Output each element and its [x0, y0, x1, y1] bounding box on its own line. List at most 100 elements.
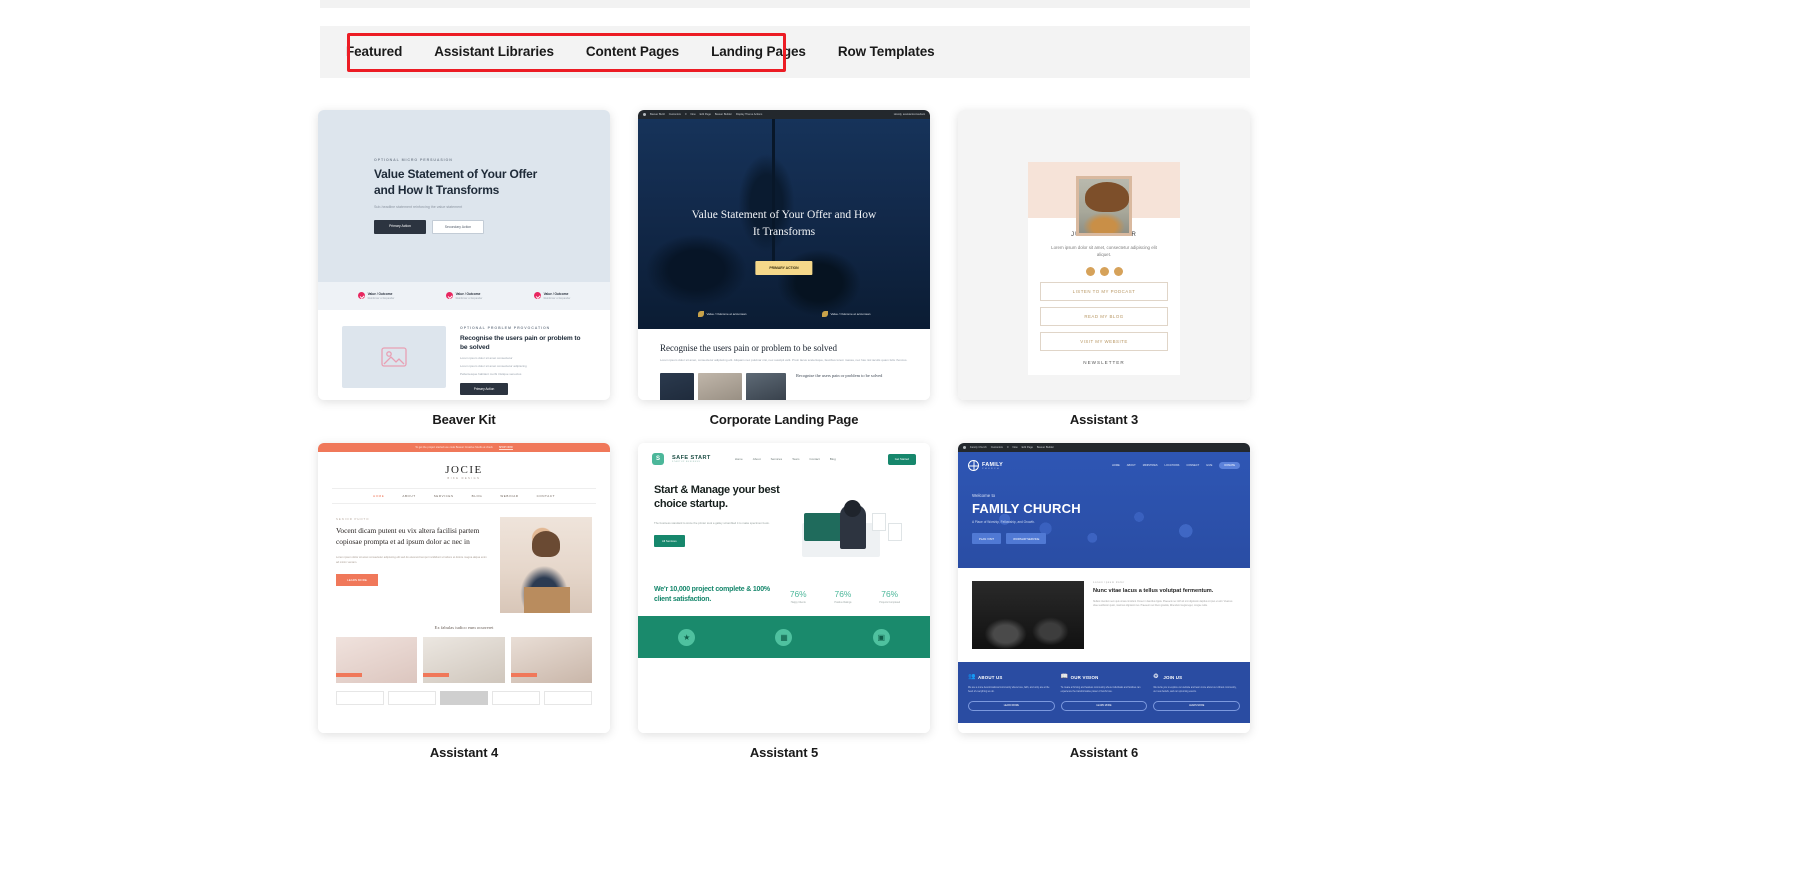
template-thumbnail-assistant-5[interactable]: SAFE START STARTUP BUSINESS Home About S… [638, 443, 930, 733]
ss-all-services-button[interactable]: All Services [654, 534, 685, 547]
fc-nav-locations[interactable]: LOCATIONS [1165, 464, 1180, 467]
template-grid: OPTIONAL MICRO PERSUASION Value Statemen… [318, 110, 1254, 760]
jc-paragraph: Lorem ipsum dolor sit amet consectetur a… [336, 555, 487, 564]
fc-nav-give[interactable]: GIVE [1206, 464, 1212, 467]
tab-row-templates[interactable]: Row Templates [822, 26, 951, 78]
cp-hero: Value Statement of Your Offer and How It… [638, 119, 930, 329]
admin-bar-site[interactable]: Family Church [970, 446, 987, 449]
template-cell-assistant-3: JUSTINE BEAVER Lorem ipsum dolor sit ame… [958, 110, 1250, 427]
a3-blog-button[interactable]: READ MY BLOG [1040, 306, 1168, 326]
template-thumbnail-assistant-4[interactable]: To get the project started use code Beav… [318, 443, 610, 733]
jc-nav-blog[interactable]: BLOG [472, 494, 483, 498]
bk-feature-sub: Reinforcer or Expander [367, 296, 395, 300]
tab-list: Featured Assistant Libraries Content Pag… [320, 26, 951, 78]
fc-nav-about[interactable]: ABOUT [1127, 464, 1136, 467]
ss-nav-contact[interactable]: Contact [809, 457, 819, 461]
wp-logo-icon [963, 446, 966, 449]
admin-bar-beaver-builder[interactable]: Beaver Builder [1037, 446, 1054, 449]
tab-featured[interactable]: Featured [330, 26, 418, 78]
fc-nav: FAMILY CHURCH HOME ABOUT MINISTRIES LOCA… [958, 452, 1250, 471]
fc-plan-visit-button[interactable]: PLAN VISIT [972, 533, 1002, 544]
fc-photo [972, 581, 1084, 649]
fc-column-button[interactable]: LEARN MORE [1060, 701, 1148, 712]
ss-nav-team[interactable]: Team [792, 457, 799, 461]
admin-bar-site[interactable]: Beaver Build [650, 113, 665, 116]
fc-donate-button[interactable]: DONATE [1219, 462, 1240, 469]
a3-newsletter-heading: NEWSLETTER [1083, 359, 1125, 365]
bk-primary-button[interactable]: Primary Action [374, 220, 426, 235]
a3-page: JUSTINE BEAVER Lorem ipsum dolor sit ame… [958, 110, 1250, 400]
jc-nav-webinar[interactable]: WEBINAR [500, 494, 518, 498]
facebook-icon[interactable] [1099, 266, 1109, 276]
fc-column-vision: 📖 OUR VISION To create a thriving and fe… [1060, 674, 1148, 712]
people-icon: 👥 [968, 674, 976, 680]
instagram-icon[interactable] [1113, 266, 1123, 276]
jc-text-column: SENIOR PHOTO Vocent dicam putent eu vix … [336, 517, 488, 613]
ss-nav-services[interactable]: Services [771, 457, 783, 461]
template-caption: Assistant 6 [1069, 745, 1139, 760]
bk-feature-item: Value / Outcome Reinforcer or Expander [445, 292, 483, 300]
fc-column-button[interactable]: LEARN MORE [968, 701, 1055, 712]
tab-landing-pages[interactable]: Landing Pages [695, 26, 822, 78]
admin-bar-customize[interactable]: Customize [991, 446, 1003, 449]
ss-stat: 76% Happy Clients [790, 589, 807, 604]
a3-podcast-button[interactable]: LISTEN TO MY PODCAST [1040, 281, 1168, 301]
ss-hero-illustration [796, 483, 914, 571]
template-caption: Beaver Kit [432, 412, 496, 427]
jc-logo-slot [336, 691, 384, 705]
fc-worship-service-button[interactable]: WORSHIP SERVICE [1006, 533, 1047, 544]
bk-section-button[interactable]: Primary Action [460, 383, 508, 396]
fc-column-text: To create a thriving and fearless commun… [1060, 687, 1141, 694]
fc-logo: FAMILY CHURCH [968, 460, 1003, 471]
jc-nav-about[interactable]: ABOUT [402, 494, 415, 498]
ss-stat-value: 76% [834, 589, 852, 599]
jc-learn-more-button[interactable]: LEARN MORE [336, 573, 378, 586]
a3-website-button[interactable]: VISIT MY WEBSITE [1040, 331, 1168, 351]
fc-nav-home[interactable]: HOME [1112, 464, 1120, 467]
template-browser-page: Featured Assistant Libraries Content Pag… [0, 0, 1800, 885]
template-thumbnail-assistant-6[interactable]: Family Church Customize 0 New Edit Page … [958, 443, 1250, 733]
bk-secondary-button[interactable]: Secondary Action [432, 220, 484, 235]
bk-feature-sub: Reinforcer or Expander [455, 296, 483, 300]
ss-get-started-button[interactable]: Get Started [887, 453, 916, 465]
twitter-icon[interactable] [1085, 266, 1095, 276]
admin-bar-theme-actions[interactable]: Display Theme Actions [736, 113, 762, 116]
admin-bar-comments[interactable]: 0 [1007, 446, 1008, 449]
fc-column-title: JOIN US [1163, 675, 1183, 680]
template-thumbnail-corporate[interactable]: Beaver Build Customize 0 New Edit Page B… [638, 110, 930, 400]
admin-bar-edit-page[interactable]: Edit Page [1022, 446, 1033, 449]
tab-content-pages[interactable]: Content Pages [570, 26, 695, 78]
fc-nav-ministries[interactable]: MINISTRIES [1143, 464, 1158, 467]
jc-nav-home[interactable]: HOME [373, 494, 384, 498]
bk-bullet: Lorem ipsum dolor sit amet consectetur a… [460, 363, 527, 368]
admin-bar-howdy[interactable]: Howdy, assistantconsultant [894, 113, 925, 116]
jc-announcement-link[interactable]: SHOP NOW [498, 446, 513, 450]
ss-nav-blog[interactable]: Blog [830, 457, 836, 461]
ss-stat-value: 76% [881, 589, 899, 599]
bk-section-title: Recognise the users pain or problem to b… [460, 335, 581, 352]
cp-section-title: Recognise the users pain or problem to b… [660, 343, 837, 353]
jc-photo-chair [524, 587, 570, 613]
leaf-icon [697, 311, 704, 317]
tab-assistant-libraries[interactable]: Assistant Libraries [418, 26, 570, 78]
bk-subheadline: Sub-headline statement reinforcing the v… [374, 204, 463, 209]
fc-nav-connect[interactable]: CONNECT [1186, 464, 1199, 467]
admin-bar-comments[interactable]: 0 [685, 113, 686, 116]
ss-headline: Start & Manage your best choice startup. [654, 484, 780, 511]
jc-nav-services[interactable]: SERVICES [434, 494, 454, 498]
cp-cta-button[interactable]: PRIMARY ACTION [755, 261, 813, 275]
admin-bar-beaver-builder[interactable]: Beaver Builder [715, 113, 732, 116]
admin-bar-new[interactable]: New [1012, 446, 1017, 449]
ss-nav-home[interactable]: Home [735, 457, 743, 461]
template-thumbnail-beaver-kit[interactable]: OPTIONAL MICRO PERSUASION Value Statemen… [318, 110, 610, 400]
admin-bar-edit-page[interactable]: Edit Page [700, 113, 711, 116]
admin-bar-new[interactable]: New [690, 113, 695, 116]
admin-bar-customize[interactable]: Customize [669, 113, 681, 116]
fc-column-button[interactable]: LEARN MORE [1153, 701, 1241, 712]
jc-eyebrow: SENIOR PHOTO [336, 517, 370, 521]
ss-nav-about[interactable]: About [753, 457, 761, 461]
fc-column-title: ABOUT US [978, 675, 1003, 680]
bk-bullet: Lorem ipsum dolor sit amet consectetur [460, 355, 513, 360]
template-thumbnail-assistant-3[interactable]: JUSTINE BEAVER Lorem ipsum dolor sit ame… [958, 110, 1250, 400]
jc-nav-contact[interactable]: CONTACT [537, 494, 555, 498]
